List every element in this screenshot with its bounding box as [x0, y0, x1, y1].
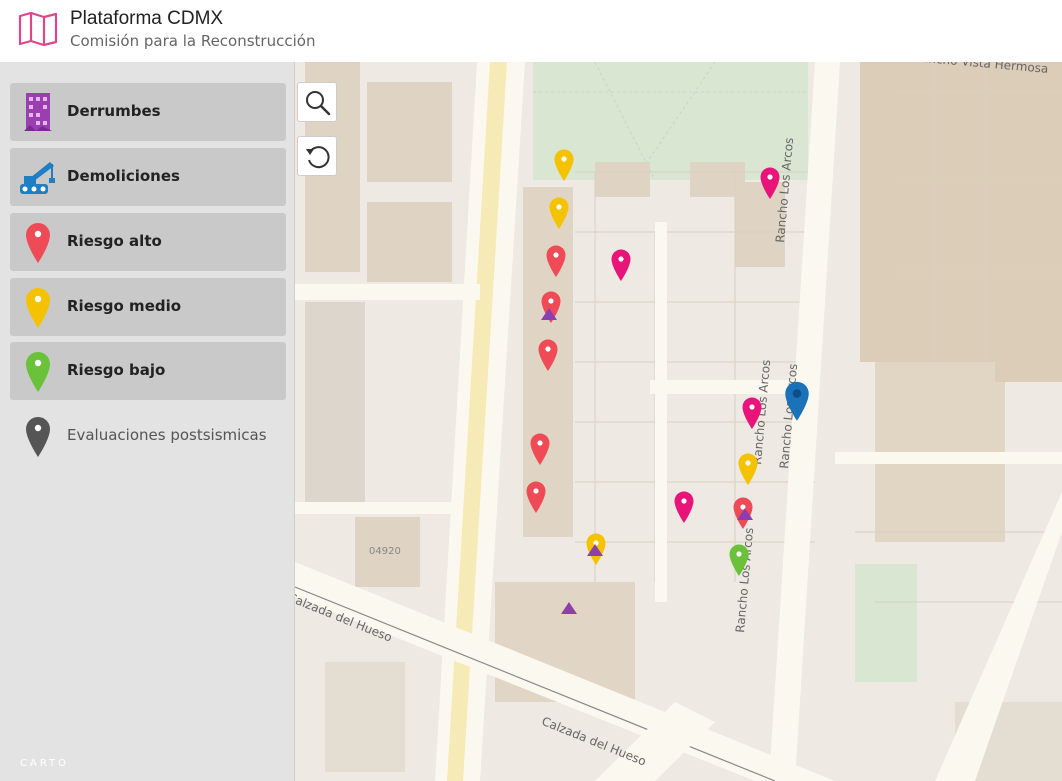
map-marker-green[interactable]: [728, 543, 750, 577]
crane-icon: [20, 162, 55, 194]
legend-item-riesgo-alto[interactable]: Riesgo alto: [10, 213, 286, 271]
map-marker-red[interactable]: [529, 432, 551, 466]
legend-item-derrumbes[interactable]: Derrumbes: [10, 83, 286, 141]
legend-item-riesgo-medio[interactable]: Riesgo medio: [10, 278, 286, 336]
legend-item-evaluaciones[interactable]: Evaluaciones postsismicas: [10, 407, 286, 465]
map-marker-yellow[interactable]: [737, 452, 759, 486]
map-marker-red[interactable]: [537, 338, 559, 372]
map-pin-icon: [549, 197, 569, 229]
legend-label: Riesgo medio: [67, 297, 182, 315]
search-icon: [306, 91, 331, 116]
legend-item-demoliciones[interactable]: Demoliciones: [10, 148, 286, 206]
map-pin-icon: [26, 288, 50, 328]
map-pin-icon: [26, 417, 50, 457]
map-pin-icon: [26, 352, 50, 392]
map-marker-magenta[interactable]: [741, 396, 763, 430]
map-canvas[interactable]: Rancho Vista Hermosa Rancho Los Arcos Ra…: [295, 62, 1062, 781]
collapsed-building-icon: [24, 93, 52, 131]
map-pin-icon: [760, 167, 780, 199]
collapse-marker-icon[interactable]: [561, 602, 577, 614]
legend-item-riesgo-bajo[interactable]: Riesgo bajo: [10, 342, 286, 400]
map-pin-icon: [611, 249, 631, 281]
map-pin-icon: [738, 453, 758, 485]
collapse-marker-icon[interactable]: [587, 544, 603, 556]
app-title: Plataforma CDMX: [70, 8, 224, 29]
map-marker-magenta[interactable]: [759, 166, 781, 200]
map-marker-red[interactable]: [545, 244, 567, 278]
map-pin-icon: [785, 381, 809, 421]
map-basemap: [295, 62, 1062, 781]
collapse-marker-icon[interactable]: [737, 508, 753, 520]
app-header: Plataforma CDMX Comisión para la Reconst…: [0, 0, 1062, 62]
map-marker-red[interactable]: [525, 480, 547, 514]
reset-view-icon: [306, 146, 330, 169]
legend-label: Demoliciones: [67, 167, 180, 185]
map-marker-magenta[interactable]: [673, 490, 695, 524]
map-pin-icon: [538, 339, 558, 371]
app-subtitle: Comisión para la Reconstrucción: [70, 32, 316, 50]
map-marker-magenta[interactable]: [610, 248, 632, 282]
map-marker-yellow[interactable]: [548, 196, 570, 230]
map-pin-icon: [674, 491, 694, 523]
postal-code-label: 04920: [369, 546, 401, 557]
map-fold-icon: [18, 12, 58, 46]
legend-label: Evaluaciones postsismicas: [67, 426, 267, 444]
map-search-button[interactable]: [297, 82, 337, 122]
map-pin-icon: [546, 245, 566, 277]
legend-label: Riesgo bajo: [67, 361, 166, 379]
map-pin-icon: [26, 223, 50, 263]
legend-label: Derrumbes: [67, 102, 161, 120]
map-pin-icon: [530, 433, 550, 465]
legend-sidebar: Derrumbes Demoliciones Riesgo alto Riesg…: [0, 62, 295, 781]
map-pin-icon: [742, 397, 762, 429]
collapse-marker-icon[interactable]: [541, 308, 557, 320]
map-reset-button[interactable]: [297, 136, 337, 176]
map-pin-icon: [729, 544, 749, 576]
map-attribution[interactable]: CARTO: [20, 758, 69, 769]
map-marker-blue[interactable]: [783, 380, 811, 422]
map-pin-icon: [526, 481, 546, 513]
map-pin-icon: [554, 149, 574, 181]
legend-label: Riesgo alto: [67, 232, 162, 250]
map-marker-yellow[interactable]: [553, 148, 575, 182]
